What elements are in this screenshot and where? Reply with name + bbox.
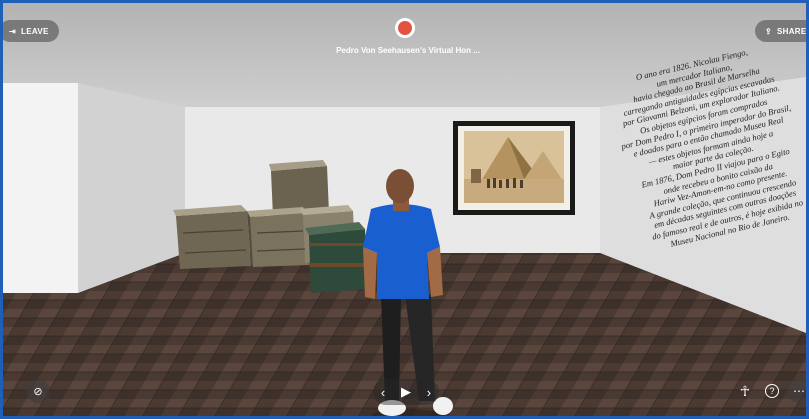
framed-pyramid-photo — [453, 121, 575, 215]
wall-inscription: O ano era 1826. Nicolau Fiengo, um mercad… — [598, 47, 804, 321]
camera-off-button[interactable]: ⊘ — [26, 379, 50, 403]
chevron-right-icon[interactable]: › — [427, 385, 431, 400]
share-button[interactable]: ⇪ SHARE — [755, 20, 807, 42]
accessibility-icon: ☥ — [739, 382, 751, 399]
host-avatar-image — [398, 21, 412, 35]
help-icon: ? — [765, 384, 779, 398]
app-frame: O ano era 1826. Nicolau Fiengo, um mercad… — [0, 0, 809, 419]
accessibility-button[interactable]: ☥ — [733, 379, 757, 403]
share-label: SHARE — [777, 26, 807, 36]
playback-controls: ‹ ▶ › — [373, 379, 439, 405]
chevron-left-icon[interactable]: ‹ — [381, 385, 385, 400]
exit-icon: ⇥ — [9, 26, 17, 36]
help-button[interactable]: ? — [760, 379, 784, 403]
camera-off-icon: ⊘ — [33, 385, 43, 398]
host-avatar[interactable] — [395, 18, 415, 38]
share-icon: ⇪ — [765, 26, 773, 36]
more-button[interactable]: ⋯ — [787, 379, 806, 403]
leave-label: LEAVE — [21, 26, 49, 36]
room-title: Pedro Von Seehausen's Virtual Hon ... — [336, 46, 480, 55]
more-icon: ⋯ — [793, 384, 805, 398]
play-icon[interactable]: ▶ — [401, 384, 411, 400]
leave-button[interactable]: ⇥ LEAVE — [3, 20, 59, 42]
